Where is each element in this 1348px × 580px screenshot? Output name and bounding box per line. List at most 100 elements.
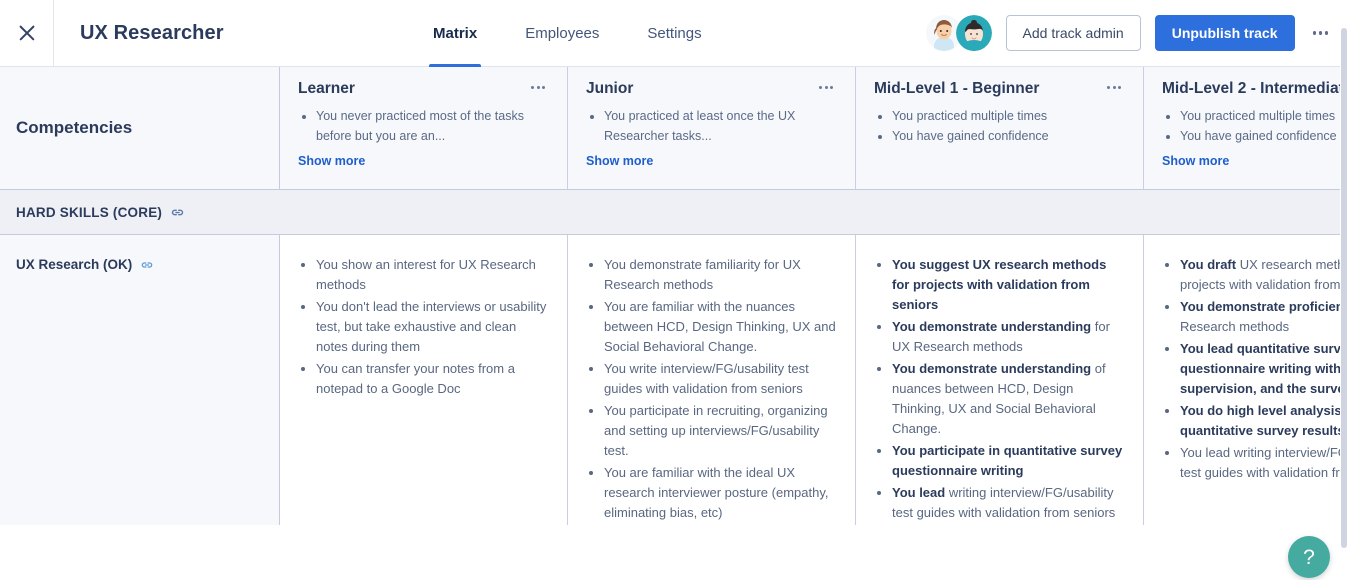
criteria-item: You demonstrate understanding for UX Res… bbox=[892, 317, 1125, 357]
criteria-text: You demonstrate familiarity for UX Resea… bbox=[604, 257, 801, 292]
criteria-item: You participate in recruiting, organizin… bbox=[604, 401, 837, 461]
skill-name-label: UX Research (OK) bbox=[16, 257, 132, 272]
level-summary-mid-level-2: You practiced multiple times You have ga… bbox=[1162, 106, 1348, 146]
tab-employees[interactable]: Employees bbox=[501, 0, 623, 66]
criteria-bold: You demonstrate proficiency bbox=[1180, 299, 1348, 314]
link-icon[interactable] bbox=[140, 258, 154, 272]
skill-row-ux-research: UX Research (OK) You show an interest fo… bbox=[0, 235, 1348, 525]
level-column-junior: Junior You practiced at least once the U… bbox=[568, 67, 856, 189]
tab-bar: Matrix Employees Settings bbox=[409, 0, 726, 66]
tab-matrix-label: Matrix bbox=[433, 25, 477, 42]
tab-settings-label: Settings bbox=[647, 25, 701, 42]
level-summary-junior: You practiced at least once the UX Resea… bbox=[586, 106, 837, 146]
criteria-cell-mid-level-1: You suggest UX research methods for proj… bbox=[856, 235, 1144, 525]
tab-employees-label: Employees bbox=[525, 25, 599, 42]
level-column-mid-level-1: Mid-Level 1 - Beginner You practiced mul… bbox=[856, 67, 1144, 189]
criteria-bold: You lead bbox=[892, 485, 945, 500]
scrollbar-thumb[interactable] bbox=[1341, 28, 1347, 548]
criteria-item: You lead writing interview/FG/usability … bbox=[892, 483, 1125, 523]
criteria-item: You lead quantitative survey questionnai… bbox=[1180, 339, 1348, 399]
criteria-cell-junior: You demonstrate familiarity for UX Resea… bbox=[568, 235, 856, 525]
criteria-item: You are familiar with the ideal UX resea… bbox=[604, 463, 837, 523]
level-title-junior: Junior bbox=[586, 80, 633, 98]
show-more-link-learner[interactable]: Show more bbox=[298, 154, 549, 168]
criteria-list: You show an interest for UX Research met… bbox=[298, 255, 549, 399]
criteria-item: You don't lead the interviews or usabili… bbox=[316, 297, 549, 357]
criteria-list: You demonstrate familiarity for UX Resea… bbox=[586, 255, 837, 523]
tab-matrix[interactable]: Matrix bbox=[409, 0, 501, 66]
criteria-list: You suggest UX research methods for proj… bbox=[874, 255, 1125, 523]
level-menu-icon-mid-level-1[interactable] bbox=[1103, 80, 1125, 95]
criteria-bold: You demonstrate understanding bbox=[892, 319, 1091, 334]
section-row-hard-skills: HARD SKILLS (CORE) bbox=[0, 190, 1348, 235]
level-title-mid-level-2: Mid-Level 2 - Intermediate bbox=[1162, 80, 1348, 98]
criteria-list: You draft UX research methods for projec… bbox=[1162, 255, 1348, 483]
criteria-text: You can transfer your notes from a notep… bbox=[316, 361, 515, 396]
level-summary-item: You practiced at least once the UX Resea… bbox=[604, 106, 837, 146]
tab-settings[interactable]: Settings bbox=[623, 0, 725, 66]
criteria-bold: You lead quantitative survey questionnai… bbox=[1180, 341, 1348, 396]
criteria-text: You are familiar with the nuances betwee… bbox=[604, 299, 836, 354]
criteria-item: You suggest UX research methods for proj… bbox=[892, 255, 1125, 315]
close-button[interactable] bbox=[0, 0, 54, 66]
level-summary-learner: You never practiced most of the tasks be… bbox=[298, 106, 549, 146]
section-title: HARD SKILLS (CORE) bbox=[16, 205, 162, 220]
criteria-bold: You draft bbox=[1180, 257, 1236, 272]
criteria-item: You do high level analysis of quantitati… bbox=[1180, 401, 1348, 441]
criteria-item: You lead writing interview/FG/usability … bbox=[1180, 443, 1348, 483]
criteria-cell-learner: You show an interest for UX Research met… bbox=[280, 235, 568, 525]
level-summary-item: You have gained confidence bbox=[1180, 126, 1348, 146]
add-track-admin-button[interactable]: Add track admin bbox=[1006, 15, 1141, 51]
level-column-learner: Learner You never practiced most of the … bbox=[280, 67, 568, 189]
criteria-text: You participate in recruiting, organizin… bbox=[604, 403, 828, 458]
criteria-text: You don't lead the interviews or usabili… bbox=[316, 299, 546, 354]
level-summary-item: You never practiced most of the tasks be… bbox=[316, 106, 549, 146]
kebab-menu-icon[interactable] bbox=[1309, 25, 1333, 41]
show-more-link-mid-level-2[interactable]: Show more bbox=[1162, 154, 1348, 168]
close-icon bbox=[17, 23, 37, 43]
top-navigation-bar: UX Researcher Matrix Employees Settings bbox=[0, 0, 1348, 67]
criteria-item: You demonstrate understanding of nuances… bbox=[892, 359, 1125, 439]
criteria-bold: You suggest UX research methods for proj… bbox=[892, 257, 1106, 312]
level-menu-icon-junior[interactable] bbox=[815, 80, 837, 95]
matrix-header-row: Competencies Learner You never practiced… bbox=[0, 67, 1348, 190]
criteria-bold: You participate in quantitative survey q… bbox=[892, 443, 1122, 478]
criteria-bold: You demonstrate understanding bbox=[892, 361, 1091, 376]
level-menu-icon-learner[interactable] bbox=[527, 80, 549, 95]
criteria-item: You show an interest for UX Research met… bbox=[316, 255, 549, 295]
level-summary-mid-level-1: You practiced multiple times You have ga… bbox=[874, 106, 1125, 146]
help-button[interactable]: ? bbox=[1288, 536, 1330, 578]
level-column-mid-level-2: Mid-Level 2 - Intermediate You practiced… bbox=[1144, 67, 1348, 189]
criteria-item: You demonstrate familiarity for UX Resea… bbox=[604, 255, 837, 295]
skill-name-cell: UX Research (OK) bbox=[0, 235, 280, 525]
avatar-user-2[interactable] bbox=[956, 15, 992, 51]
criteria-item: You write interview/FG/usability test gu… bbox=[604, 359, 837, 399]
page-title: UX Researcher bbox=[80, 22, 224, 45]
competency-matrix: Competencies Learner You never practiced… bbox=[0, 67, 1348, 580]
top-bar-actions: Add track admin Unpublish track bbox=[926, 0, 1348, 66]
criteria-cell-mid-level-2: You draft UX research methods for projec… bbox=[1144, 235, 1348, 525]
page-scrollbar[interactable] bbox=[1340, 0, 1348, 580]
competencies-label: Competencies bbox=[16, 118, 132, 138]
show-more-link-junior[interactable]: Show more bbox=[586, 154, 837, 168]
criteria-text: You are familiar with the ideal UX resea… bbox=[604, 465, 828, 520]
criteria-item: You demonstrate proficiency for UX Resea… bbox=[1180, 297, 1348, 337]
level-title-learner: Learner bbox=[298, 80, 355, 98]
criteria-item: You draft UX research methods for projec… bbox=[1180, 255, 1348, 295]
level-summary-item: You practiced multiple times bbox=[1180, 106, 1348, 126]
level-title-mid-level-1: Mid-Level 1 - Beginner bbox=[874, 80, 1039, 98]
question-mark-icon: ? bbox=[1303, 547, 1315, 568]
criteria-bold: You do high level analysis of quantitati… bbox=[1180, 403, 1348, 438]
avatar-group[interactable] bbox=[926, 15, 992, 51]
level-summary-item: You have gained confidence bbox=[892, 126, 1125, 146]
criteria-text: You write interview/FG/usability test gu… bbox=[604, 361, 809, 396]
criteria-text: You show an interest for UX Research met… bbox=[316, 257, 536, 292]
level-summary-item: You practiced multiple times bbox=[892, 106, 1125, 126]
criteria-item: You participate in quantitative survey q… bbox=[892, 441, 1125, 481]
unpublish-track-button[interactable]: Unpublish track bbox=[1155, 15, 1295, 51]
link-icon[interactable] bbox=[170, 205, 185, 220]
criteria-item: You are familiar with the nuances betwee… bbox=[604, 297, 837, 357]
title-container: UX Researcher bbox=[54, 0, 399, 66]
criteria-item: You can transfer your notes from a notep… bbox=[316, 359, 549, 399]
criteria-text: You lead writing interview/FG/usability … bbox=[1180, 445, 1348, 480]
